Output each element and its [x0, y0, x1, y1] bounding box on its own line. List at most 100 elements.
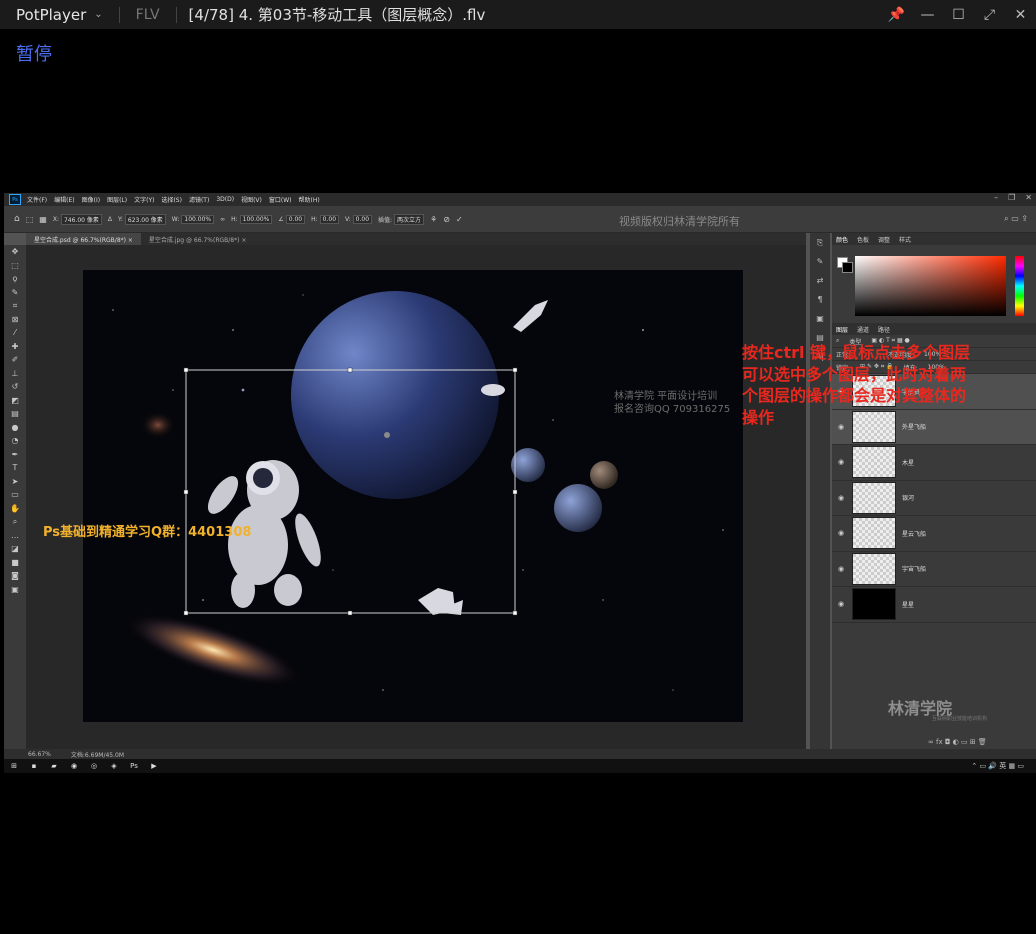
eye-icon[interactable]: ◉	[832, 494, 850, 502]
restore-icon[interactable]: ❐	[1008, 193, 1015, 202]
x-field[interactable]: 746.00 像素	[60, 213, 102, 225]
eye-icon[interactable]: ◉	[832, 600, 850, 608]
brush-settings-icon[interactable]: ✎	[810, 252, 830, 271]
layer-row[interactable]: ◉ 星星	[832, 587, 1036, 623]
layer-row[interactable]: ◉ 木星	[832, 445, 1036, 481]
menu-select[interactable]: 选择(S)	[161, 195, 182, 204]
cancel-transform-icon[interactable]: ⊘	[443, 215, 450, 224]
path-select-icon[interactable]: ➤	[4, 475, 26, 489]
browser-icon[interactable]: ◉	[64, 759, 84, 773]
w-field[interactable]: 100.00%	[181, 214, 215, 224]
hand-tool-icon[interactable]: ✋	[4, 502, 26, 516]
eye-icon[interactable]: ◉	[832, 458, 850, 466]
libraries-icon[interactable]: ▣	[810, 309, 830, 328]
default-colors-icon[interactable]: ◪	[4, 542, 26, 556]
frame-tool-icon[interactable]: ⊠	[4, 313, 26, 327]
brush-tool-icon[interactable]: ✐	[4, 353, 26, 367]
quick-select-icon[interactable]: ✎	[4, 286, 26, 300]
app-icon[interactable]: ◎	[84, 759, 104, 773]
screen-mode-icon[interactable]: ▣	[4, 583, 26, 597]
minimize-icon[interactable]: –	[994, 193, 998, 202]
layer-footer-icons[interactable]: ∞ fx ◘ ◐ ▭ ⊞ 🗑	[928, 738, 987, 746]
healing-brush-icon[interactable]: ✚	[4, 340, 26, 354]
menu-window[interactable]: 窗口(W)	[269, 195, 292, 204]
warp-icon[interactable]: ⚘	[430, 215, 437, 224]
delta-icon[interactable]: Δ	[108, 216, 112, 223]
history-icon[interactable]: ⎘	[810, 233, 830, 252]
lasso-tool-icon[interactable]: ϙ	[4, 272, 26, 286]
menu-type[interactable]: 文字(Y)	[134, 195, 154, 204]
menu-edit[interactable]: 编辑(E)	[54, 195, 74, 204]
crop-tool-icon[interactable]: ⌗	[4, 299, 26, 313]
notification-icon[interactable]: ▭	[1017, 762, 1024, 770]
stamp-tool-icon[interactable]: ⊥	[4, 367, 26, 381]
tool-preset-icon[interactable]: ⬚	[26, 215, 34, 224]
more-tools-icon[interactable]: …	[4, 529, 26, 543]
pen-tool-icon[interactable]: ✒	[4, 448, 26, 462]
menu-image[interactable]: 图像(I)	[82, 195, 100, 204]
gradient-icon[interactable]: ▤	[4, 407, 26, 421]
type-tool-icon[interactable]: T	[4, 461, 26, 475]
hskew-field[interactable]: 0.00	[319, 214, 340, 224]
history-brush-icon[interactable]: ↺	[4, 380, 26, 394]
tab-jpg[interactable]: 星空合成.jpg @ 66.7%(RGB/8*) ×	[141, 233, 254, 245]
video-frame[interactable]: Ps 文件(F) 编辑(E) 图像(I) 图层(L) 文字(Y) 选择(S) 滤…	[4, 193, 1036, 773]
h-field[interactable]: 100.00%	[239, 214, 273, 224]
paragraph-icon[interactable]: ¶	[810, 290, 830, 309]
tab-channels[interactable]: 通道	[857, 325, 869, 334]
menu-3d[interactable]: 3D(D)	[216, 196, 234, 203]
maximize-button[interactable]: ☐	[943, 7, 974, 23]
marquee-tool-icon[interactable]: ⬚	[4, 259, 26, 273]
angle-field[interactable]: 0.00	[285, 214, 306, 224]
canvas-area[interactable]	[26, 245, 806, 749]
app-icon[interactable]: ▪	[24, 759, 44, 773]
color-picker-field[interactable]	[855, 256, 1006, 316]
layer-row[interactable]: ◉ 银河	[832, 481, 1036, 516]
background-color-swatch[interactable]	[842, 262, 853, 273]
grid-icon[interactable]: ▦	[1009, 762, 1016, 770]
document-canvas[interactable]	[83, 270, 743, 722]
tab-swatches[interactable]: 色板	[857, 235, 869, 244]
tab-psd[interactable]: 星空合成.psd @ 66.7%(RGB/8*) ×	[26, 233, 141, 245]
blur-tool-icon[interactable]: ●	[4, 421, 26, 435]
home-icon[interactable]: ⌂	[14, 214, 20, 224]
hue-slider[interactable]	[1015, 256, 1024, 316]
move-tool-icon[interactable]: ✥	[4, 245, 26, 259]
close-button[interactable]: ✕	[1005, 7, 1036, 23]
tab-adjustments[interactable]: 调整	[878, 235, 890, 244]
quick-mask-icon[interactable]: ◙	[4, 569, 26, 583]
interp-select[interactable]: 两次立方	[394, 213, 425, 225]
windows-start-icon[interactable]: ⊞	[4, 759, 24, 773]
player-menu-button[interactable]: PotPlayer ⌄	[0, 0, 113, 29]
menu-file[interactable]: 文件(F)	[27, 195, 47, 204]
tab-layers[interactable]: 图层	[836, 325, 848, 334]
reference-point-icon[interactable]: ▦	[39, 215, 47, 224]
eyedropper-icon[interactable]: ⁄	[4, 326, 26, 340]
folder-icon[interactable]: ▰	[44, 759, 64, 773]
player-taskbar-icon[interactable]: ▶	[144, 759, 164, 773]
photoshop-taskbar-icon[interactable]: Ps	[124, 759, 144, 773]
link-icon[interactable]: ∞	[220, 216, 225, 223]
tray-icons[interactable]: ⌃ ▭ 🔊	[971, 762, 997, 770]
commit-transform-icon[interactable]: ✓	[456, 215, 463, 224]
search-icon[interactable]: ⌕ ▭ ⇪	[1004, 214, 1028, 224]
ime-indicator[interactable]: 英	[999, 762, 1006, 770]
eraser-icon[interactable]: ◩	[4, 394, 26, 408]
zoom-tool-icon[interactable]: ⌕	[4, 515, 26, 529]
app-icon[interactable]: ◈	[104, 759, 124, 773]
layer-row[interactable]: ◉ 星云飞船	[832, 516, 1036, 552]
y-field[interactable]: 623.00 像素	[124, 213, 166, 225]
shape-tool-icon[interactable]: ▭	[4, 488, 26, 502]
eye-icon[interactable]: ◉	[832, 565, 850, 573]
close-icon[interactable]: ✕	[1025, 193, 1032, 202]
dodge-tool-icon[interactable]: ◔	[4, 434, 26, 448]
pin-icon[interactable]: 📌	[881, 7, 912, 23]
menu-view[interactable]: 视图(V)	[241, 195, 262, 204]
minimize-button[interactable]: —	[912, 7, 943, 23]
menu-filter[interactable]: 滤镜(T)	[189, 195, 209, 204]
adjust-icon[interactable]: ⇄	[810, 271, 830, 290]
eye-icon[interactable]: ◉	[832, 529, 850, 537]
vskew-field[interactable]: 0.00	[352, 214, 373, 224]
tab-styles[interactable]: 样式	[899, 235, 911, 244]
menu-layer[interactable]: 图层(L)	[107, 195, 127, 204]
